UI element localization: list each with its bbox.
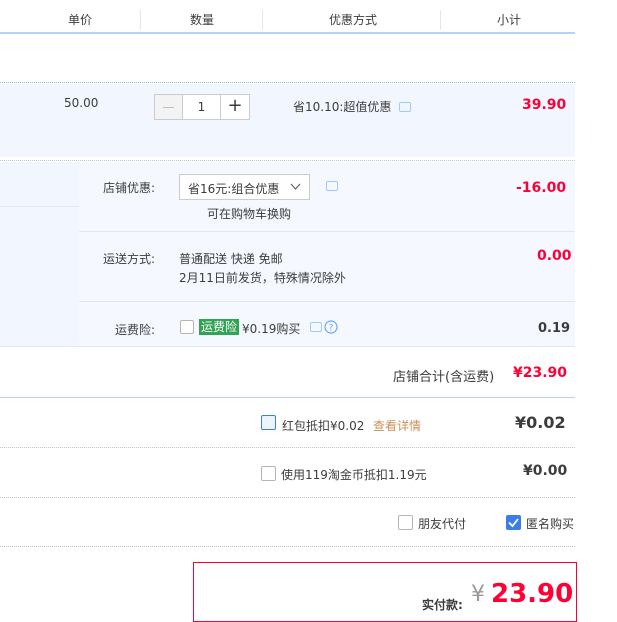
redpacket-label: 红包抵扣¥0.02 [282,419,365,433]
quantity-minus-button[interactable]: — [154,94,183,120]
header-subtotal: 小计 [497,13,522,27]
anonymous-label: 匿名购买 [526,517,575,531]
insurance-checkbox[interactable] [180,320,194,334]
chat-icon[interactable] [310,322,322,332]
shop-discount-note: 可在购物车换购 [207,207,292,221]
shipping-label: 运送方式: [103,252,156,266]
chat-icon[interactable] [399,102,411,112]
divider [0,206,79,207]
divider [0,160,575,161]
divider [0,82,575,83]
column-header: 单价 数量 优惠方式 小计 [0,0,575,34]
divider [0,497,575,498]
shipping-value: 0.00 [537,248,572,264]
help-icon[interactable]: ? [324,320,338,334]
divider [0,447,575,448]
friend-pay-checkbox[interactable] [398,515,413,530]
quantity-plus-button[interactable]: + [220,94,250,120]
payment-amount: 23.90 [491,579,574,609]
item-unit-price: 50.00 [64,96,99,110]
payment-summary-box: 实付款: ¥ 23.90 [193,562,577,622]
shipping-method: 普通配送 快递 免邮 [179,252,283,266]
header-unit-price: 单价 [68,13,93,27]
coins-value: ¥0.00 [523,463,568,479]
header-quantity: 数量 [190,13,215,27]
shop-discount-select-value: 省16元:组合优惠 [188,182,280,196]
insurance-price: ¥0.19购买 [242,322,301,336]
header-separator [140,10,141,30]
divider [79,301,575,302]
divider [79,231,575,232]
redpacket-value: ¥0.02 [515,413,566,432]
coins-checkbox[interactable] [261,466,276,481]
item-subtotal: 39.90 [522,97,567,113]
chevron-down-icon [290,183,301,190]
insurance-label: 运费险: [115,323,156,337]
payment-currency: ¥ [471,582,485,607]
chat-icon[interactable] [326,181,338,191]
shop-total-label: 店铺合计(含运费) [393,370,495,385]
svg-text:?: ? [329,324,334,334]
payment-label: 实付款: [422,598,463,612]
quantity-input[interactable]: 1 [182,94,221,120]
item-promo: 省10.10:超值优惠 [293,100,392,114]
insurance-value: 0.19 [538,321,571,336]
insurance-tag: 运费险 [199,319,240,335]
divider [0,546,575,547]
friend-pay-label: 朋友代付 [418,517,467,531]
redpacket-details-link[interactable]: 查看详情 [373,417,421,434]
shop-discount-value: -16.00 [516,180,567,196]
header-separator [262,10,263,30]
shop-discount-select[interactable]: 省16元:组合优惠 [179,174,310,200]
redpacket-checkbox[interactable] [261,415,276,430]
order-item-row [0,84,575,157]
shop-discount-label: 店铺优惠: [103,181,156,195]
checkmark-icon [508,518,519,528]
divider [0,346,575,347]
shipping-note: 2月11日前发货，特殊情况除外 [179,271,346,285]
coins-label: 使用119淘金币抵扣1.19元 [281,468,427,482]
shop-total-value: ¥23.90 [513,365,568,381]
divider [0,397,575,398]
header-separator [440,10,441,30]
header-discount-method: 优惠方式 [329,13,378,27]
anonymous-checkbox[interactable] [506,515,521,530]
